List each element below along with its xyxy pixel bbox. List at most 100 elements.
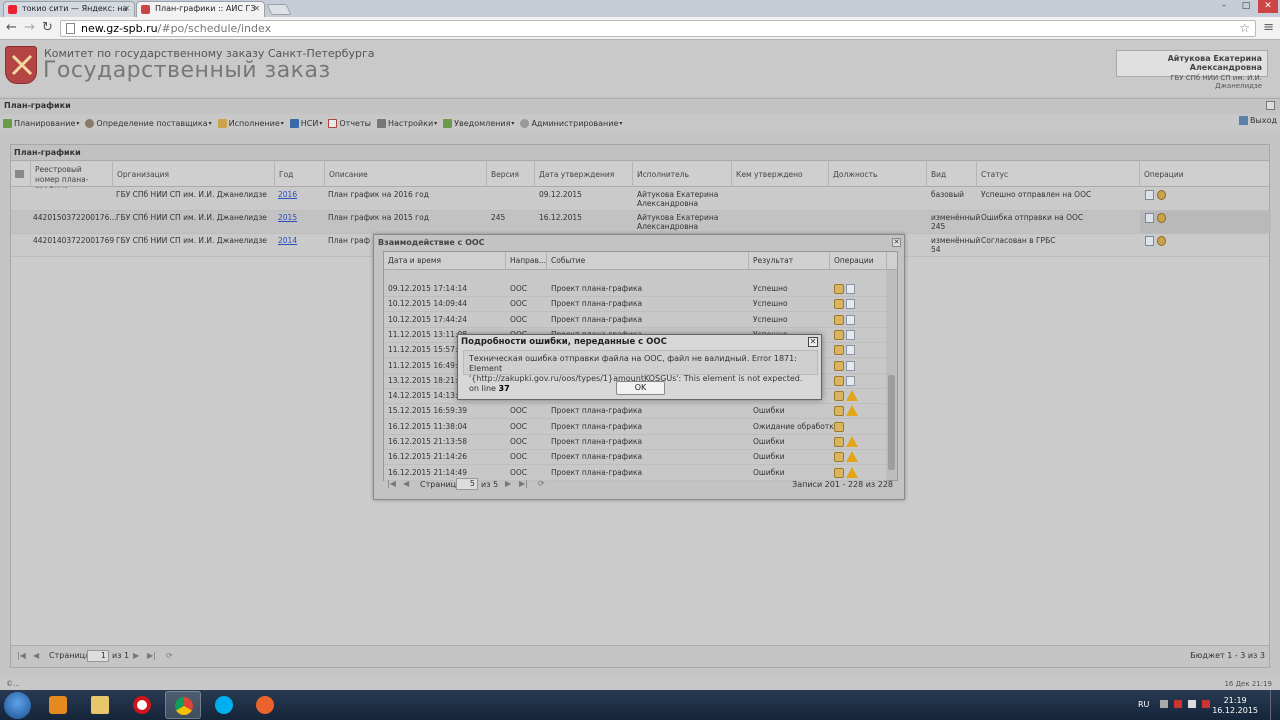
package-icon[interactable] — [834, 391, 844, 402]
ok-button[interactable]: OK — [616, 381, 665, 395]
volume-icon[interactable] — [1202, 700, 1210, 708]
warning-icon[interactable] — [846, 436, 858, 447]
emblem-icon[interactable] — [1157, 213, 1166, 223]
new-tab-button[interactable] — [266, 4, 292, 15]
package-icon[interactable] — [834, 421, 844, 432]
address-bar[interactable]: new.gz-spb.ru/#po/schedule/index ☆ — [60, 20, 1256, 37]
menu-reports[interactable]: Отчеты — [328, 118, 371, 128]
package-icon[interactable] — [834, 284, 844, 294]
ooc-row[interactable]: 15.12.2015 16:59:39 ООС Проект плана-графи… — [384, 404, 886, 420]
ooc-row[interactable]: 10.12.2015 17:44:24 ООС Проект плана-графи… — [384, 313, 886, 328]
ooc-row[interactable]: 10.12.2015 14:09:44 ООС Проект плана-графи… — [384, 297, 886, 313]
forward-arrow-icon[interactable]: → — [24, 20, 35, 36]
taskbar-media-player[interactable] — [40, 691, 76, 719]
emblem-icon[interactable] — [1157, 190, 1166, 200]
warning-icon[interactable] — [846, 451, 858, 463]
document-icon[interactable] — [846, 360, 855, 371]
col-doc-type[interactable]: Вид доку... — [927, 162, 977, 198]
emblem-icon[interactable] — [1157, 236, 1166, 246]
package-icon[interactable] — [834, 299, 844, 310]
year-link[interactable]: 2016 — [278, 190, 297, 199]
taskbar-chrome[interactable] — [165, 691, 201, 719]
col-datetime[interactable]: Дата и время — [384, 252, 506, 270]
taskbar-opera[interactable] — [124, 691, 160, 719]
package-icon[interactable] — [834, 452, 844, 463]
menu-notifications[interactable]: Уведомления ▾ — [443, 118, 514, 128]
document-icon[interactable] — [846, 299, 855, 310]
document-icon[interactable] — [846, 329, 855, 340]
network-icon[interactable] — [1188, 700, 1196, 708]
tab-schedule[interactable]: План-графики :: АИС ГЗ ✕ — [136, 1, 265, 17]
menu-supplier[interactable]: Определение поставщика ▾ — [85, 118, 212, 128]
menu-admin[interactable]: Администрирование ▾ — [520, 118, 622, 128]
warning-icon[interactable] — [846, 390, 858, 402]
taskbar-skype[interactable] — [206, 691, 242, 719]
year-link[interactable]: 2015 — [278, 213, 297, 222]
next-page-icon[interactable]: ▶ — [505, 479, 511, 488]
flag-icon[interactable] — [1174, 700, 1182, 708]
col-executor[interactable]: Исполнитель — [633, 162, 732, 187]
page-input[interactable]: 1 — [87, 650, 109, 662]
taskbar-app[interactable] — [247, 691, 283, 719]
col-version[interactable]: Версия — [487, 162, 535, 187]
col-direction[interactable]: Направ... — [506, 252, 547, 270]
col-desc[interactable]: Описание — [325, 162, 487, 187]
settings-column[interactable] — [11, 162, 31, 187]
col-ops[interactable]: Операции — [830, 252, 887, 270]
ooc-scroll-thumb[interactable] — [888, 375, 895, 470]
ooc-row[interactable]: 09.12.2015 17:14:14 ООС Проект плана-графи… — [384, 282, 886, 297]
table-row[interactable]: 4420150372200176... ГБУ СПб НИИ СП им. И… — [11, 211, 1271, 234]
clock[interactable]: 21:19 16.12.2015 — [1212, 696, 1258, 716]
col-org[interactable]: Организация — [113, 162, 275, 187]
start-button[interactable] — [4, 692, 31, 719]
close-tab-icon[interactable]: ✕ — [123, 2, 130, 16]
col-operations[interactable]: Операции — [1140, 162, 1271, 187]
language-indicator[interactable]: RU — [1138, 700, 1149, 709]
menu-execution[interactable]: Исполнение ▾ — [217, 118, 284, 128]
refresh-icon[interactable]: ⟳ — [538, 479, 545, 488]
package-icon[interactable] — [834, 345, 844, 356]
ooc-scrollbar[interactable] — [886, 270, 897, 480]
package-icon[interactable] — [834, 437, 844, 447]
tab-yandex[interactable]: токио сити — Яндекс: на ✕ — [3, 1, 135, 17]
menu-settings[interactable]: Настройки ▾ — [376, 118, 437, 128]
menu-planning[interactable]: Планирование ▾ — [3, 118, 79, 128]
dialog-close-button[interactable]: ✕ — [808, 337, 818, 347]
taskbar-explorer[interactable] — [82, 691, 118, 719]
first-page-icon[interactable]: |◀ — [17, 651, 26, 660]
bookmark-star-icon[interactable]: ☆ — [1239, 21, 1250, 36]
browser-menu-icon[interactable]: ≡ — [1263, 20, 1274, 35]
document-icon[interactable] — [846, 345, 855, 356]
collapse-button[interactable] — [1266, 101, 1275, 110]
col-approved-by[interactable]: Кем утверждено — [732, 162, 829, 187]
year-link[interactable]: 2014 — [278, 236, 297, 245]
tray-icon[interactable] — [1160, 700, 1168, 708]
close-window-button[interactable]: ✕ — [1258, 0, 1278, 13]
ooc-row[interactable]: 16.12.2015 21:14:26 ООС Проект плана-графи… — [384, 450, 886, 466]
col-event[interactable]: Событие — [547, 252, 749, 270]
col-date[interactable]: Дата утверждения — [535, 162, 633, 187]
col-status[interactable]: Статус — [977, 162, 1140, 187]
document-icon[interactable] — [846, 314, 855, 325]
package-icon[interactable] — [834, 329, 844, 340]
first-page-icon[interactable]: |◀ — [387, 479, 396, 488]
package-icon[interactable] — [834, 375, 844, 386]
view-document-icon[interactable] — [1145, 190, 1154, 200]
last-page-icon[interactable]: ▶| — [519, 479, 528, 488]
view-document-icon[interactable] — [1145, 213, 1154, 223]
view-document-icon[interactable] — [1145, 236, 1154, 246]
close-tab-icon[interactable]: ✕ — [253, 2, 260, 16]
last-page-icon[interactable]: ▶| — [147, 651, 156, 660]
col-result[interactable]: Результат — [749, 252, 830, 270]
show-desktop-button[interactable] — [1270, 690, 1280, 720]
reload-icon[interactable]: ↻ — [42, 20, 53, 36]
table-row[interactable]: ГБУ СПб НИИ СП им. И.И. Джанелидзе 2016 … — [11, 188, 1269, 211]
next-page-icon[interactable]: ▶ — [133, 651, 139, 660]
back-arrow-icon[interactable]: ← — [6, 20, 17, 36]
page-input[interactable]: 5 — [456, 478, 478, 490]
package-icon[interactable] — [834, 360, 844, 371]
col-reg-number[interactable]: Реестровый номер плана-графика — [31, 162, 113, 194]
exit-button[interactable]: Выход — [1239, 116, 1277, 125]
col-position[interactable]: Должность — [829, 162, 927, 187]
refresh-icon[interactable]: ⟳ — [166, 651, 173, 660]
